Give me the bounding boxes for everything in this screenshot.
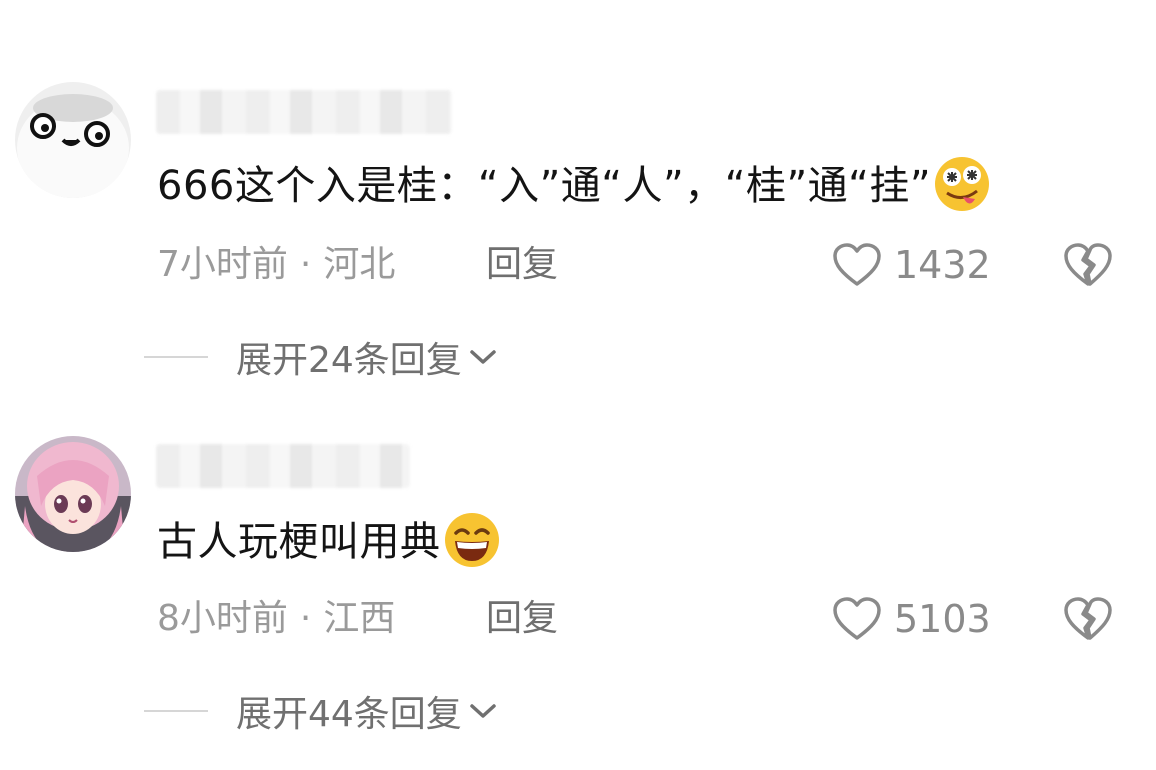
expand-replies-button[interactable]: 展开24条回复 bbox=[144, 332, 498, 382]
username[interactable] bbox=[156, 90, 452, 134]
timestamp: 8小时前 bbox=[157, 598, 288, 639]
divider-line bbox=[144, 356, 208, 358]
grinning-face-emoji-icon bbox=[444, 513, 499, 567]
comment-meta: 8小时前 · 江西 bbox=[157, 594, 395, 644]
reply-button[interactable]: 回复 bbox=[486, 240, 558, 290]
like-count: 1432 bbox=[894, 243, 991, 287]
heart-icon bbox=[833, 243, 881, 286]
expand-replies-label: 展开24条回复 bbox=[236, 340, 462, 381]
comment-text-content: 古人玩梗叫用典 bbox=[157, 519, 441, 565]
chevron-down-icon bbox=[470, 704, 496, 718]
avatar[interactable] bbox=[15, 82, 131, 198]
location: 河北 bbox=[323, 244, 396, 285]
location: 江西 bbox=[323, 598, 396, 639]
comment-text-content: 666这个入是桂：“入”通“人”，“桂”通“挂” bbox=[157, 163, 932, 209]
heart-icon bbox=[833, 597, 881, 640]
meta-separator: · bbox=[299, 598, 312, 639]
like-button[interactable]: 5103 bbox=[832, 594, 991, 644]
comment-text: 666这个入是桂：“入”通“人”，“桂”通“挂” bbox=[157, 157, 991, 217]
expand-replies-button[interactable]: 展开44条回复 bbox=[144, 686, 498, 736]
broken-heart-icon bbox=[1064, 243, 1112, 286]
cartoon-face-avatar-icon bbox=[15, 82, 131, 198]
chevron-down-icon bbox=[470, 350, 496, 364]
comment-meta: 7小时前 · 河北 bbox=[157, 240, 395, 290]
divider-line bbox=[144, 710, 208, 712]
dizzy-tongue-emoji-icon bbox=[935, 157, 990, 211]
expand-replies-label: 展开44条回复 bbox=[236, 694, 462, 735]
timestamp: 7小时前 bbox=[157, 244, 288, 285]
avatar[interactable] bbox=[15, 436, 131, 552]
like-count: 5103 bbox=[894, 597, 991, 641]
username[interactable] bbox=[156, 444, 410, 488]
anime-girl-avatar-icon bbox=[15, 436, 131, 552]
reply-button[interactable]: 回复 bbox=[486, 594, 558, 644]
comment-text: 古人玩梗叫用典 bbox=[157, 513, 501, 573]
broken-heart-icon bbox=[1064, 597, 1112, 640]
dislike-button[interactable] bbox=[1062, 594, 1114, 644]
like-button[interactable]: 1432 bbox=[832, 240, 991, 290]
meta-separator: · bbox=[299, 244, 312, 285]
dislike-button[interactable] bbox=[1062, 240, 1114, 290]
